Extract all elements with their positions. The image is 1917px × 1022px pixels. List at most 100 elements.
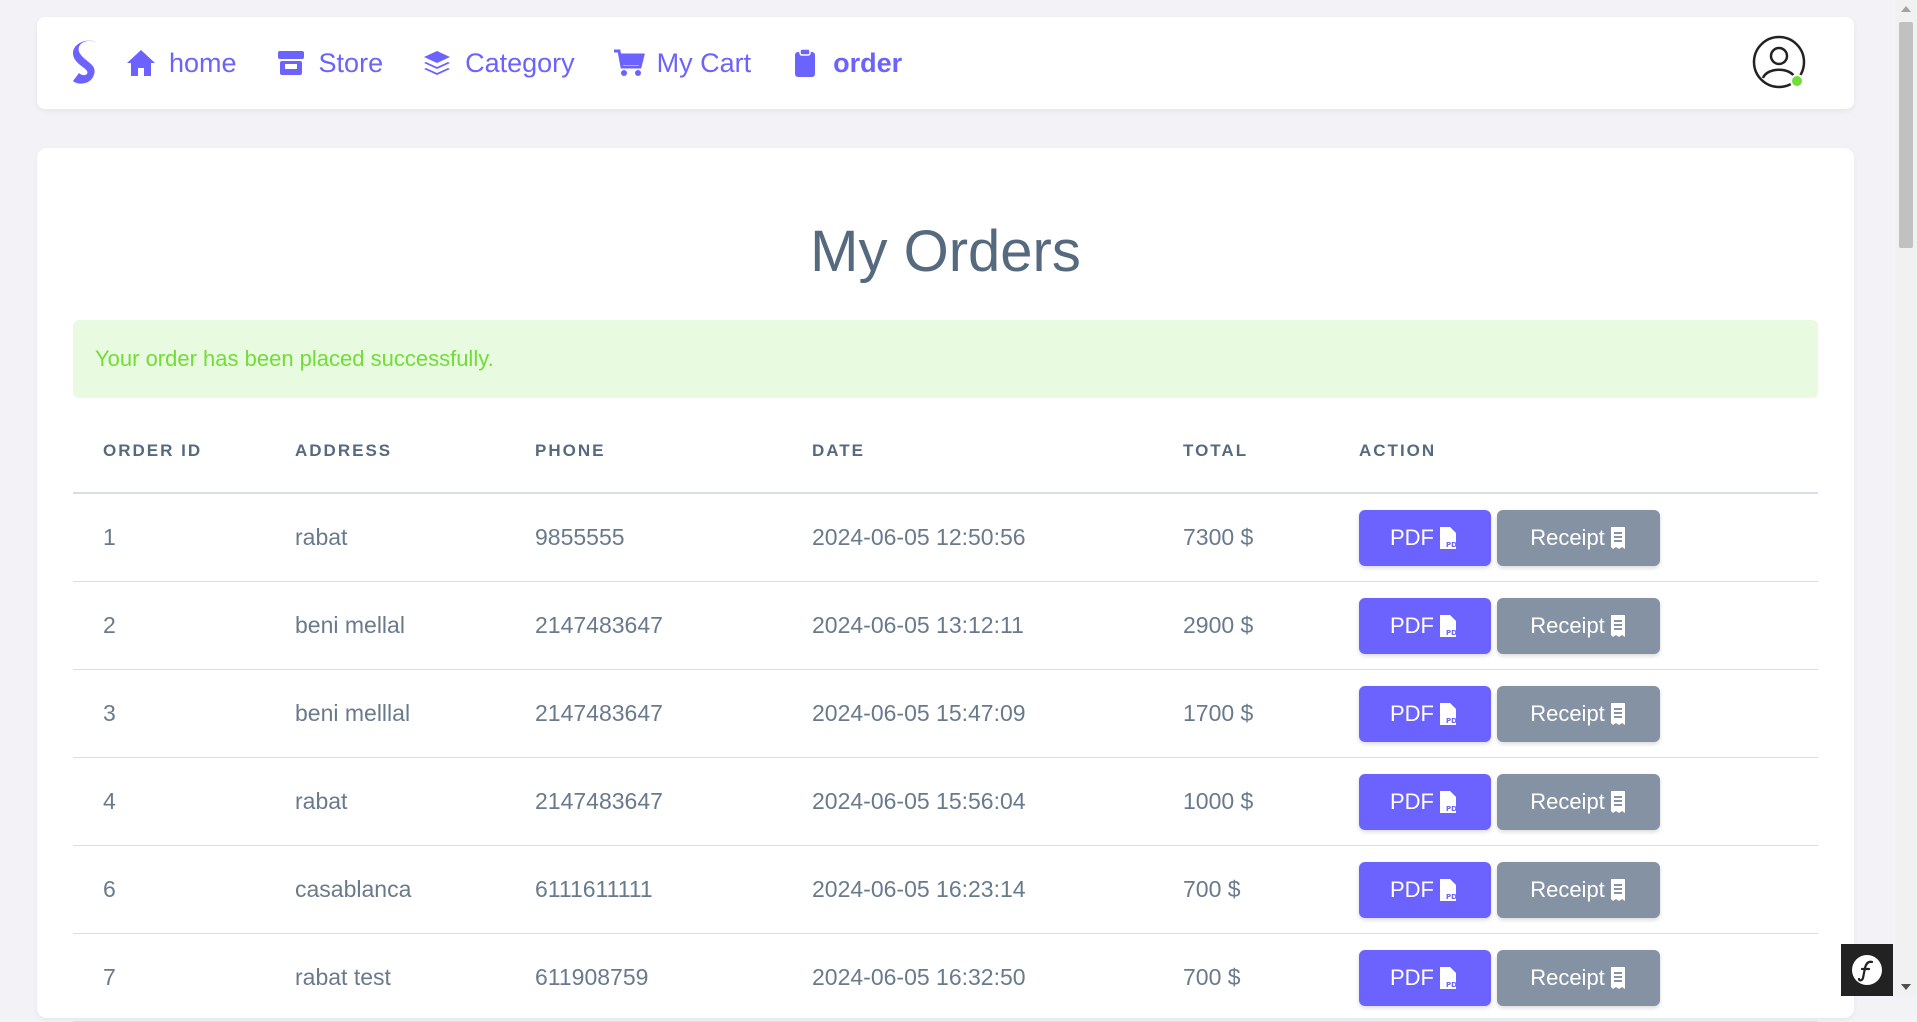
cell-total: 700 $	[1153, 933, 1329, 1022]
cell-address: rabat	[265, 493, 505, 582]
symfony-logo-icon	[1852, 955, 1882, 985]
nav-item-cart[interactable]: My Cart	[613, 47, 751, 79]
pdf-button-label: PDF	[1390, 876, 1434, 902]
cell-total: 7300 $	[1153, 493, 1329, 582]
pdf-button[interactable]: PDF PDF	[1359, 597, 1491, 654]
scrollbar-thumb[interactable]	[1899, 22, 1913, 248]
table-row: 6 casablanca 6111611111 2024-06-05 16:23…	[73, 845, 1818, 934]
receipt-button-label: Receipt	[1530, 700, 1605, 726]
success-alert: Your order has been placed successfully.	[73, 320, 1818, 398]
pdf-button[interactable]: PDF PDF	[1359, 773, 1491, 830]
pdf-button-label: PDF	[1390, 964, 1434, 990]
top-navbar: home Store Category My Cart order	[37, 17, 1854, 109]
orders-table: ORDER ID ADDRESS PHONE DATE TOTAL ACTION…	[73, 410, 1818, 1022]
receipt-button-label: Receipt	[1530, 964, 1605, 990]
receipt-button-label: Receipt	[1530, 612, 1605, 638]
cell-date: 2024-06-05 16:32:50	[782, 933, 1153, 1022]
store-icon	[275, 47, 307, 79]
cell-address: beni melllal	[265, 669, 505, 758]
cart-icon	[613, 47, 645, 79]
home-icon	[125, 47, 157, 79]
file-pdf-icon: PDF	[1440, 702, 1460, 725]
cell-date: 2024-06-05 13:12:11	[782, 581, 1153, 670]
table-header-row: ORDER ID ADDRESS PHONE DATE TOTAL ACTION	[73, 410, 1818, 494]
pdf-button-label: PDF	[1390, 788, 1434, 814]
receipt-button-label: Receipt	[1530, 788, 1605, 814]
pdf-button-label: PDF	[1390, 612, 1434, 638]
pdf-button-label: PDF	[1390, 700, 1434, 726]
file-pdf-icon: PDF	[1440, 526, 1460, 549]
receipt-icon	[1610, 614, 1625, 637]
cell-action: PDF PDF Receipt	[1329, 845, 1818, 934]
pdf-button[interactable]: PDF PDF	[1359, 685, 1491, 742]
cell-phone: 2147483647	[505, 757, 782, 846]
nav-label-category: Category	[465, 47, 575, 78]
cell-action: PDF PDF Receipt	[1329, 933, 1818, 1022]
svg-text:PDF: PDF	[1446, 805, 1460, 813]
cell-action: PDF PDF Receipt	[1329, 669, 1818, 758]
receipt-button[interactable]: Receipt	[1497, 509, 1660, 566]
cell-phone: 2147483647	[505, 669, 782, 758]
receipt-icon	[1610, 702, 1625, 725]
receipt-button[interactable]: Receipt	[1497, 861, 1660, 918]
nav-label-home: home	[169, 47, 237, 78]
cell-phone: 611908759	[505, 933, 782, 1022]
receipt-icon	[1610, 966, 1625, 989]
receipt-button[interactable]: Receipt	[1497, 685, 1660, 742]
cell-action: PDF PDF Receipt	[1329, 493, 1818, 582]
cell-order-id: 3	[73, 669, 265, 758]
cell-address: rabat test	[265, 933, 505, 1022]
brand-logo[interactable]	[69, 39, 103, 87]
nav-item-order[interactable]: order	[789, 47, 902, 79]
symfony-toolbar-toggle[interactable]	[1841, 944, 1893, 996]
file-pdf-icon: PDF	[1440, 614, 1460, 637]
user-avatar-icon[interactable]	[1752, 35, 1808, 91]
nav-item-store[interactable]: Store	[275, 47, 383, 79]
receipt-button[interactable]: Receipt	[1497, 773, 1660, 830]
cell-address: beni mellal	[265, 581, 505, 670]
pdf-button-label: PDF	[1390, 524, 1434, 550]
table-row: 3 beni melllal 2147483647 2024-06-05 15:…	[73, 669, 1818, 758]
pdf-button[interactable]: PDF PDF	[1359, 509, 1491, 566]
receipt-button[interactable]: Receipt	[1497, 597, 1660, 654]
cell-total: 2900 $	[1153, 581, 1329, 670]
scroll-up-arrow-icon[interactable]	[1901, 6, 1911, 12]
cell-order-id: 2	[73, 581, 265, 670]
header-action: ACTION	[1329, 410, 1818, 494]
nav-label-order: order	[833, 47, 903, 78]
receipt-icon	[1610, 526, 1625, 549]
file-pdf-icon: PDF	[1440, 966, 1460, 989]
header-total: TOTAL	[1153, 410, 1329, 494]
cell-address: rabat	[265, 757, 505, 846]
cell-phone: 2147483647	[505, 581, 782, 670]
table-row: 7 rabat test 611908759 2024-06-05 16:32:…	[73, 933, 1818, 1022]
header-address: ADDRESS	[265, 410, 505, 494]
svg-text:PDF: PDF	[1446, 717, 1460, 725]
nav-item-category[interactable]: Category	[421, 47, 575, 79]
cell-order-id: 1	[73, 493, 265, 582]
pdf-button[interactable]: PDF PDF	[1359, 861, 1491, 918]
page-scrollbar[interactable]	[1895, 0, 1917, 996]
cell-date: 2024-06-05 15:56:04	[782, 757, 1153, 846]
pdf-button[interactable]: PDF PDF	[1359, 949, 1491, 1006]
svg-text:PDF: PDF	[1446, 629, 1460, 637]
cell-address: casablanca	[265, 845, 505, 934]
cell-order-id: 6	[73, 845, 265, 934]
receipt-button-label: Receipt	[1530, 876, 1605, 902]
layers-icon	[421, 47, 453, 79]
receipt-button[interactable]: Receipt	[1497, 949, 1660, 1006]
cell-total: 1000 $	[1153, 757, 1329, 846]
header-order-id: ORDER ID	[73, 410, 265, 494]
cell-phone: 9855555	[505, 493, 782, 582]
receipt-button-label: Receipt	[1530, 524, 1605, 550]
cell-action: PDF PDF Receipt	[1329, 757, 1818, 846]
cell-date: 2024-06-05 16:23:14	[782, 845, 1153, 934]
scroll-down-arrow-icon[interactable]	[1901, 984, 1911, 990]
table-row: 1 rabat 9855555 2024-06-05 12:50:56 7300…	[73, 493, 1818, 582]
cell-phone: 6111611111	[505, 845, 782, 934]
cell-date: 2024-06-05 12:50:56	[782, 493, 1153, 582]
file-pdf-icon: PDF	[1440, 790, 1460, 813]
nav-item-home[interactable]: home	[125, 47, 237, 79]
svg-text:PDF: PDF	[1446, 981, 1460, 989]
receipt-icon	[1610, 790, 1625, 813]
